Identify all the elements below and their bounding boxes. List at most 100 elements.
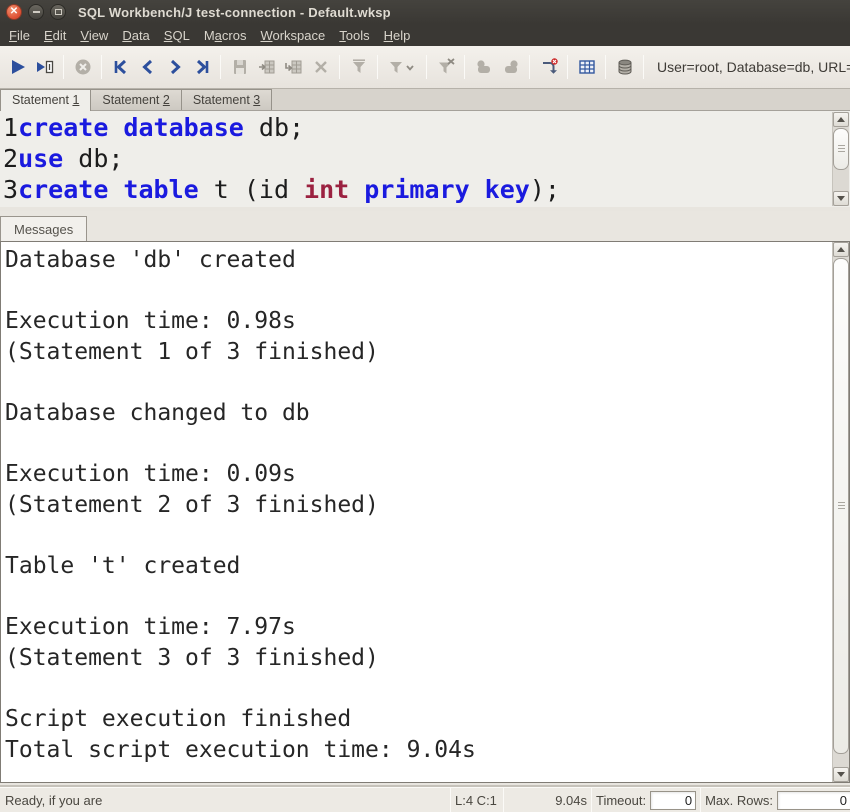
message-line: (Statement 1 of 3 finished): [5, 338, 379, 365]
menu-item-help[interactable]: Help: [377, 25, 418, 46]
menu-item-sql[interactable]: SQL: [157, 25, 197, 46]
message-line: [5, 429, 827, 460]
first-statement-button[interactable]: [107, 54, 134, 81]
insert-row-icon: [258, 60, 274, 74]
last-icon: [196, 59, 208, 75]
code-token: create database: [18, 113, 244, 142]
close-button[interactable]: ✕: [6, 4, 22, 20]
editor-text[interactable]: 1create database db; 2use db; 3create tabl…: [3, 112, 830, 207]
filter-button: [345, 54, 372, 81]
maximize-icon: [54, 9, 62, 15]
play-icon: [11, 60, 25, 74]
line-number: 2: [3, 144, 19, 173]
message-line: [5, 673, 827, 704]
data-pumper-button[interactable]: [573, 54, 600, 81]
messages-panel[interactable]: Database 'db' created Execution time: 0.…: [0, 241, 850, 783]
menu-item-tools[interactable]: Tools: [332, 25, 376, 46]
play-current-icon: [36, 60, 53, 74]
menu-item-edit[interactable]: Edit: [37, 25, 73, 46]
label-mnemonic: 1: [72, 93, 80, 107]
editor-scrollbar-thumb[interactable]: [833, 128, 849, 170]
messages-scrollbar[interactable]: [832, 242, 849, 782]
menubar: File Edit View Data SQL Macros Workspace Tools H…: [0, 24, 850, 46]
tab-statement-3[interactable]: Statement 3: [180, 89, 273, 110]
code-token: t (id: [198, 175, 305, 204]
minimize-button[interactable]: [28, 4, 44, 20]
maxrows-group: Max. Rows:: [701, 790, 850, 810]
label-mnemonic: H: [383, 27, 393, 43]
message-line: Execution time: 7.97s: [5, 614, 296, 641]
scroll-down-button[interactable]: [833, 767, 849, 782]
menu-item-view[interactable]: View: [73, 25, 115, 46]
tab-statement-1[interactable]: Statement 1: [0, 89, 92, 111]
filter-icon: [352, 59, 365, 73]
label-post: cros: [221, 27, 247, 43]
code-token: int: [304, 175, 350, 204]
label-post: QL: [172, 27, 190, 43]
rollback-button: [497, 54, 524, 81]
arrow-up-icon: [837, 117, 845, 122]
message-line: Database changed to db: [5, 399, 310, 426]
label-pre: M: [203, 27, 215, 43]
commit-button: [470, 54, 497, 81]
previous-statement-button[interactable]: [134, 54, 161, 81]
execute-all-button[interactable]: [4, 54, 31, 81]
maxrows-input[interactable]: [777, 790, 850, 810]
save-data-button: [226, 54, 253, 81]
reset-filter-button: [432, 54, 459, 81]
tab-messages[interactable]: Messages: [0, 216, 88, 241]
scroll-up-button[interactable]: [833, 242, 849, 257]
label-mnemonic: E: [43, 27, 53, 43]
label-pre: Statement: [12, 93, 73, 107]
label-mnemonic: F: [9, 27, 17, 43]
message-line: Database 'db' created: [5, 247, 296, 273]
editor-scrollbar[interactable]: [832, 112, 849, 206]
menu-item-file[interactable]: File: [2, 25, 37, 46]
toolbar-separator: [377, 55, 378, 79]
label-post: orkspace: [272, 27, 326, 43]
code-token: use: [18, 144, 64, 173]
menu-item-data[interactable]: Data: [115, 25, 156, 46]
toolbar-separator: [63, 55, 64, 79]
status-message: Ready, if you are: [5, 792, 103, 808]
editor-line: 2use db;: [3, 143, 830, 174]
toolbar: User=root, Database=db, URL=jdbc:mysq: [0, 46, 850, 89]
code-token: create table: [18, 175, 199, 204]
filter-dropdown-button: [383, 54, 421, 81]
toolbar-separator: [643, 55, 644, 79]
maximize-button[interactable]: [50, 4, 66, 20]
cursor-position: L:4 C:1: [455, 792, 497, 808]
scroll-up-button[interactable]: [833, 112, 849, 127]
database-explorer-button[interactable]: [611, 54, 638, 81]
menu-item-workspace[interactable]: Workspace: [253, 25, 332, 46]
last-statement-button[interactable]: [188, 54, 215, 81]
message-line: Table 't' created: [5, 552, 241, 579]
toolbar-separator: [426, 55, 427, 79]
messages-tab-bar: Messages: [0, 211, 850, 241]
message-line: Execution time: 0.98s: [5, 308, 296, 335]
label-pre: Statement: [192, 93, 254, 107]
timeout-input[interactable]: [650, 790, 697, 810]
grip-icon: [837, 502, 845, 510]
disconnect-button[interactable]: [535, 54, 562, 81]
copy-row-button: [280, 54, 307, 81]
scroll-down-button[interactable]: [833, 191, 849, 206]
next-statement-button[interactable]: [161, 54, 188, 81]
statusbar: Ready, if you are L:4 C:1 9.04s Timeout:…: [0, 787, 850, 812]
menu-item-macros[interactable]: Macros: [197, 25, 254, 46]
tab-statement-2[interactable]: Statement 2: [90, 89, 182, 110]
reset-filter-icon: [438, 58, 455, 74]
toolbar-separator: [339, 55, 340, 79]
label-post: ata: [131, 27, 150, 43]
minimize-icon: [32, 11, 40, 13]
messages-scrollbar-thumb[interactable]: [833, 258, 849, 754]
next-icon: [170, 59, 181, 75]
messages-text[interactable]: Database 'db' created Execution time: 0.…: [5, 245, 827, 765]
message-line: Total script execution time: 9.04s: [5, 736, 476, 763]
sql-editor[interactable]: 1create database db; 2use db; 3create tabl…: [0, 111, 850, 207]
disconnect-icon: [542, 58, 558, 74]
execute-current-button[interactable]: [31, 54, 58, 81]
label-post: elp: [393, 27, 411, 43]
first-icon: [114, 59, 126, 75]
